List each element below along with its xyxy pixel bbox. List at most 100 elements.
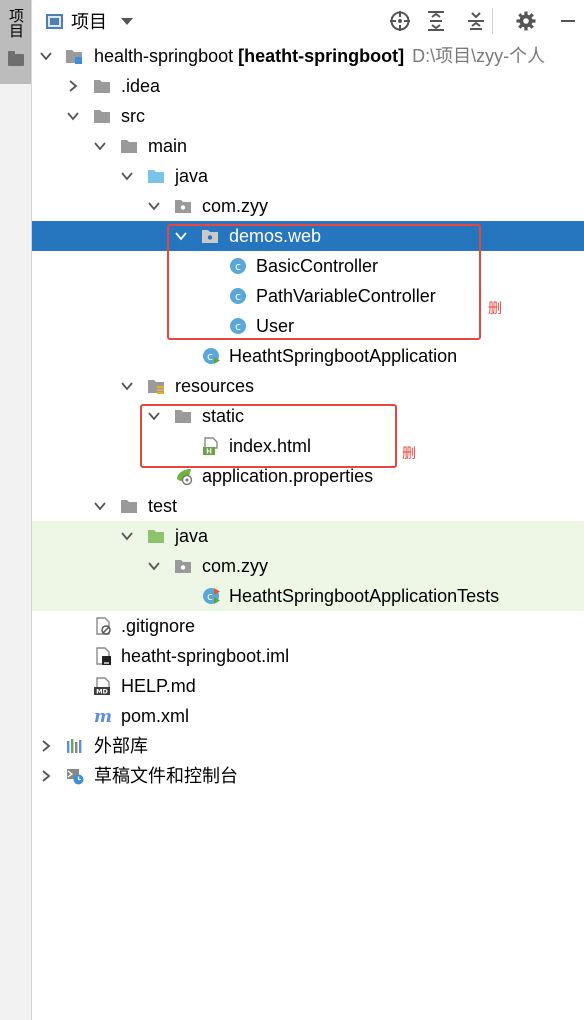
- com-zyy-label: com.zyy: [202, 196, 269, 216]
- chevron-right-icon: [42, 740, 51, 752]
- project-name: health-springboot: [94, 46, 234, 66]
- external-libraries-label: 外部库: [94, 736, 148, 756]
- chevron-down-icon: [148, 202, 160, 211]
- project-tree: health-springboot [heatht-springboot] D:\…: [32, 41, 584, 1020]
- project-tool-tab[interactable]: 项目: [0, 0, 31, 84]
- svg-text:c: c: [207, 590, 213, 603]
- chevron-right-icon: [42, 770, 51, 782]
- library-icon: [67, 739, 82, 753]
- spring-boot-class-icon: c: [203, 348, 220, 364]
- idea-label: .idea: [121, 76, 161, 96]
- annotation-box-static: [140, 404, 397, 468]
- project-path: D:\项目\zyy-个人: [412, 46, 546, 66]
- maven-icon: m: [94, 707, 112, 725]
- chevron-down-icon: [94, 502, 106, 511]
- properties-file-icon: [177, 469, 193, 485]
- gitignore-label: .gitignore: [121, 616, 196, 636]
- tree-item-idea[interactable]: .idea: [32, 71, 584, 101]
- folder-icon: [94, 110, 110, 123]
- tree-item-application-tests[interactable]: c HeathtSpringbootApplicationTests: [32, 581, 584, 611]
- tree-item-project-root[interactable]: health-springboot [heatht-springboot] D:\…: [32, 41, 584, 71]
- tree-item-test[interactable]: test: [32, 491, 584, 521]
- project-root-label: health-springboot [heatht-springboot] D:\…: [94, 45, 545, 67]
- minimize-icon: [561, 20, 575, 22]
- tree-item-scratches[interactable]: 草稿文件和控制台: [32, 761, 584, 791]
- package-icon: [175, 560, 191, 573]
- source-folder-icon: [148, 170, 164, 183]
- tree-item-gitignore[interactable]: .gitignore: [32, 611, 584, 641]
- hide-panel-button[interactable]: [556, 9, 580, 33]
- tree-item-com-zyy[interactable]: com.zyy: [32, 191, 584, 221]
- tree-item-resources[interactable]: resources: [32, 371, 584, 401]
- view-label: 项目: [71, 12, 107, 32]
- tree-item-iml[interactable]: heatht-springboot.iml: [32, 641, 584, 671]
- chevron-down-icon: [148, 562, 160, 571]
- view-selector[interactable]: 项目: [46, 9, 133, 33]
- ignore-file-icon: [96, 617, 111, 635]
- crosshair-icon: [390, 11, 410, 31]
- tree-item-application[interactable]: c HeathtSpringbootApplication: [32, 341, 584, 371]
- folder-icon: [121, 140, 137, 153]
- folder-icon: [121, 500, 137, 513]
- settings-button[interactable]: [514, 9, 538, 33]
- markdown-file-icon: MD: [94, 677, 110, 696]
- module-folder-icon: [66, 50, 82, 64]
- svg-text:c: c: [207, 350, 213, 363]
- chevron-down-icon: [121, 382, 133, 391]
- tree-item-src[interactable]: src: [32, 101, 584, 131]
- scratches-icon: [67, 769, 84, 785]
- annotation-box-demos-web: [167, 224, 481, 340]
- pom-xml-label: pom.xml: [121, 706, 190, 726]
- tree-item-java[interactable]: java: [32, 161, 584, 191]
- chevron-down-icon: [121, 172, 133, 181]
- tree-item-test-com-zyy[interactable]: com.zyy: [32, 551, 584, 581]
- svg-text:MD: MD: [96, 688, 108, 696]
- resources-label: resources: [175, 376, 255, 396]
- folder-icon: [8, 51, 24, 66]
- tree-item-main[interactable]: main: [32, 131, 584, 161]
- project-module: [heatht-springboot]: [238, 46, 405, 66]
- scratches-label: 草稿文件和控制台: [94, 766, 238, 786]
- test-folder-icon: [148, 530, 164, 543]
- toolbar-divider: [492, 8, 493, 34]
- chevron-down-icon: [40, 52, 52, 61]
- project-toolbar: 项目: [32, 0, 584, 40]
- tree-item-help-md[interactable]: MD HELP.md: [32, 671, 584, 701]
- module-file-icon: [96, 647, 111, 665]
- test-class-icon: c: [203, 588, 220, 604]
- test-java-label: java: [175, 526, 209, 546]
- collapse-all-button[interactable]: [464, 9, 488, 33]
- application-tests-label: HeathtSpringbootApplicationTests: [229, 586, 500, 606]
- chevron-down-icon: [121, 532, 133, 541]
- package-icon: [175, 200, 191, 213]
- svg-text:m: m: [94, 707, 112, 725]
- tree-item-pom-xml[interactable]: m pom.xml: [32, 701, 584, 731]
- main-label: main: [148, 136, 188, 156]
- expand-all-icon: [428, 11, 444, 31]
- annotation-delete-label: 删: [402, 446, 416, 462]
- expand-all-button[interactable]: [424, 9, 448, 33]
- java-label: java: [175, 166, 209, 186]
- test-com-zyy-label: com.zyy: [202, 556, 269, 576]
- test-label: test: [148, 496, 178, 516]
- chevron-down-icon: [121, 17, 133, 25]
- collapse-all-icon: [468, 12, 484, 30]
- tool-window-strip: 项目: [0, 0, 32, 1020]
- help-md-label: HELP.md: [121, 676, 196, 696]
- iml-label: heatht-springboot.iml: [121, 646, 290, 666]
- chevron-right-icon: [69, 80, 78, 92]
- chevron-down-icon: [67, 112, 79, 121]
- project-view-icon: [46, 13, 63, 29]
- annotation-delete-label: 删: [488, 301, 502, 317]
- tree-item-test-java[interactable]: java: [32, 521, 584, 551]
- application-label: HeathtSpringbootApplication: [229, 346, 458, 366]
- resources-folder-icon: [148, 380, 164, 394]
- src-label: src: [121, 106, 145, 126]
- chevron-down-icon: [94, 142, 106, 151]
- application-properties-label: application.properties: [202, 466, 374, 486]
- tree-item-external-libraries[interactable]: 外部库: [32, 731, 584, 761]
- locate-file-button[interactable]: [388, 9, 412, 33]
- project-tab-label: 项目: [7, 8, 24, 38]
- folder-icon: [94, 80, 110, 93]
- gear-icon: [516, 11, 536, 31]
